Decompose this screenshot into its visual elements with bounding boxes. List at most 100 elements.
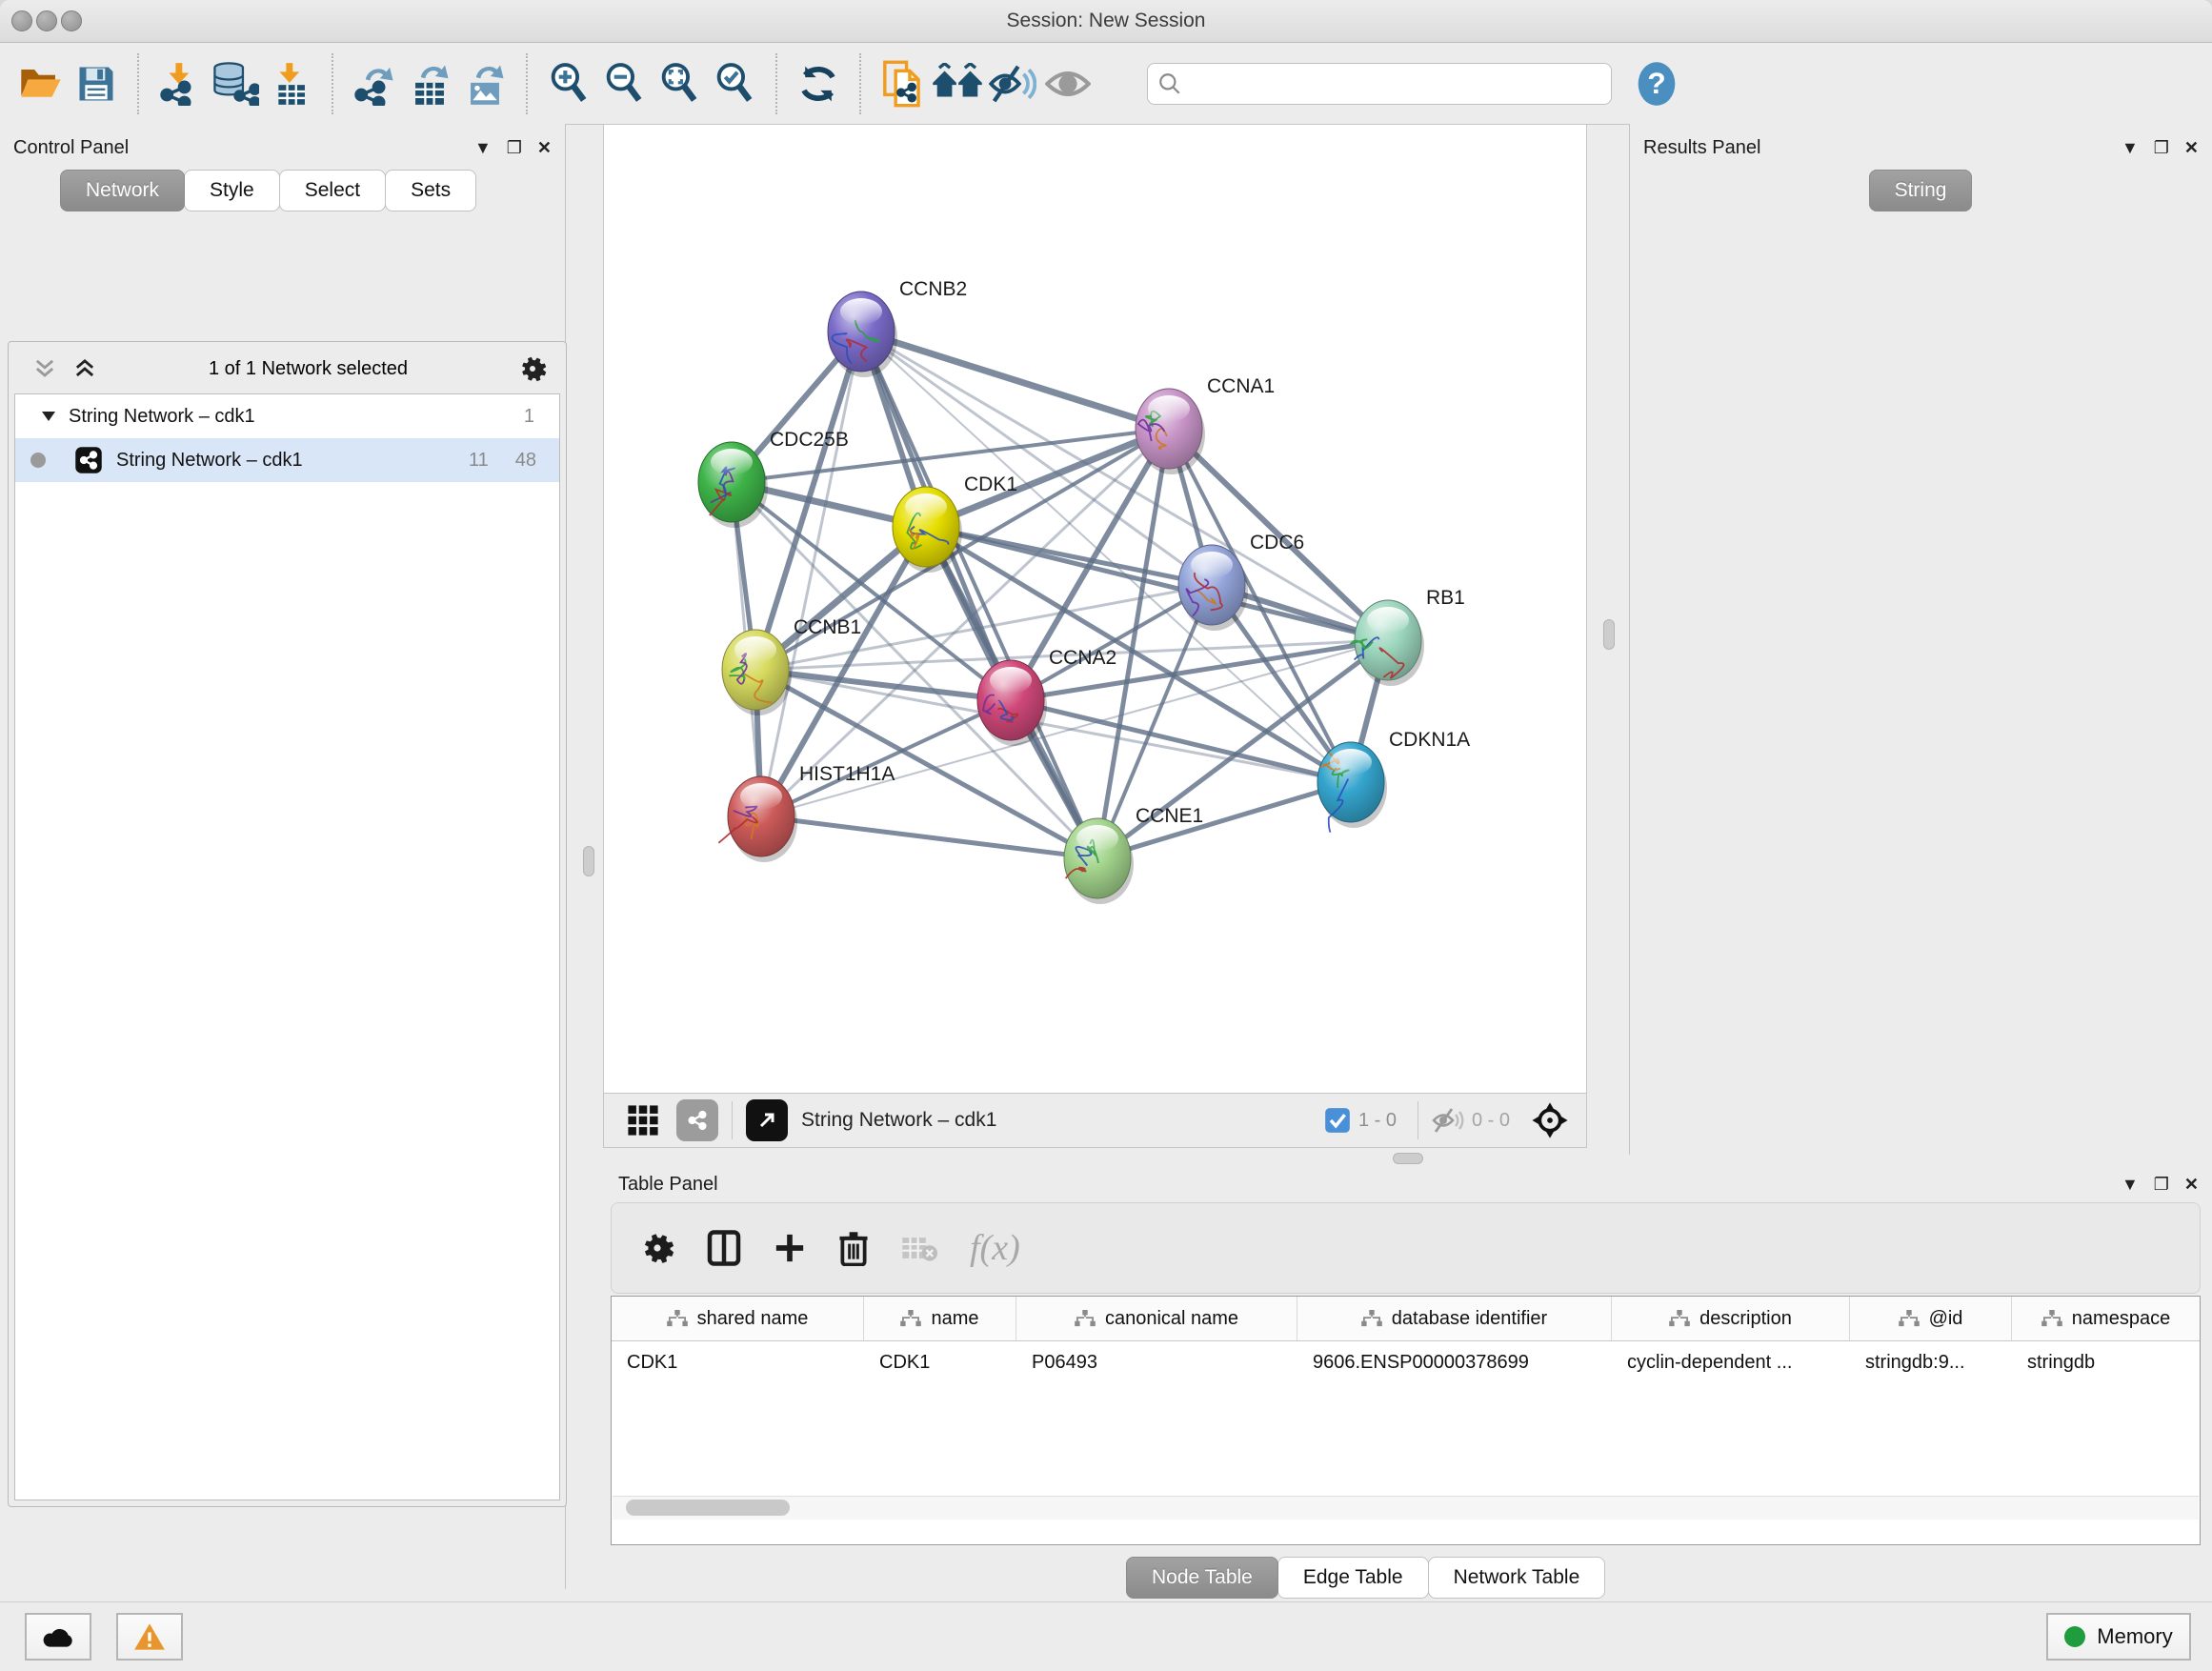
- network-node-CCNB2[interactable]: CCNB2: [828, 278, 967, 377]
- search-field[interactable]: [1147, 63, 1612, 105]
- collapse-triangle-icon[interactable]: [42, 412, 55, 421]
- open-session-button[interactable]: [13, 54, 69, 113]
- network-collection-row[interactable]: String Network – cdk1 1: [15, 394, 559, 438]
- tab-style[interactable]: Style: [184, 170, 280, 211]
- zoom-selected-button[interactable]: [707, 54, 762, 113]
- open-folder-icon: [19, 65, 63, 103]
- collapse-all-icon[interactable]: [31, 355, 58, 382]
- current-network-title: String Network – cdk1: [801, 1109, 996, 1132]
- network-canvas[interactable]: CCNB2CCNA1CDC25BCDK1CDC6RB1CCNB1CCNA2CDK…: [603, 124, 1587, 1094]
- panel-float-icon[interactable]: ❐: [507, 138, 522, 158]
- left-splitter-handle[interactable]: [583, 846, 594, 876]
- copy-to-clipboard-button[interactable]: [875, 54, 930, 113]
- import-table-button[interactable]: [263, 54, 318, 113]
- hidden-count: 0 - 0: [1472, 1110, 1510, 1132]
- node-table: shared name name canonical name database…: [611, 1296, 2201, 1545]
- warning-triangle-icon: [133, 1622, 166, 1651]
- zoom-fit-button[interactable]: [652, 54, 707, 113]
- export-network-button[interactable]: [347, 54, 402, 113]
- column-header[interactable]: canonical name: [1016, 1297, 1297, 1340]
- share-icon: [685, 1108, 710, 1133]
- cell-shared-name[interactable]: CDK1: [612, 1341, 864, 1383]
- save-session-button[interactable]: [69, 54, 124, 113]
- hidden-eye-slash-icon[interactable]: [1432, 1107, 1464, 1134]
- panel-menu-icon[interactable]: ▼: [2122, 138, 2139, 158]
- show-panel-button[interactable]: [1040, 54, 1096, 113]
- add-column-plus-icon[interactable]: [774, 1232, 806, 1264]
- cell-name[interactable]: CDK1: [864, 1341, 1016, 1383]
- panel-close-icon[interactable]: ✕: [537, 138, 552, 158]
- cell-canonical-name[interactable]: P06493: [1016, 1341, 1297, 1383]
- search-input[interactable]: [1182, 72, 1601, 95]
- expand-all-icon[interactable]: [71, 355, 98, 382]
- network-node-CDKN1A[interactable]: CDKN1A: [1317, 729, 1470, 833]
- zoom-in-button[interactable]: [541, 54, 596, 113]
- zoom-out-button[interactable]: [596, 54, 652, 113]
- window-title: Session: New Session: [0, 0, 2212, 42]
- cell-database-identifier[interactable]: 9606.ENSP00000378699: [1297, 1341, 1612, 1383]
- cell-description[interactable]: cyclin-dependent ...: [1612, 1341, 1850, 1383]
- cell-id[interactable]: stringdb:9...: [1850, 1341, 2012, 1383]
- network-options-gear-icon[interactable]: [518, 354, 547, 383]
- export-image-button[interactable]: [457, 54, 513, 113]
- column-header[interactable]: shared name: [612, 1297, 864, 1340]
- tab-network[interactable]: Network: [60, 170, 185, 211]
- column-header[interactable]: namespace: [2012, 1297, 2200, 1340]
- string-home-button[interactable]: [930, 54, 985, 113]
- fit-selection-crosshair-icon[interactable]: [1531, 1101, 1569, 1139]
- svg-text:?: ?: [1647, 66, 1665, 100]
- hide-results-button[interactable]: [985, 54, 1040, 113]
- tab-string[interactable]: String: [1869, 170, 1973, 211]
- tab-node-table[interactable]: Node Table: [1126, 1557, 1278, 1599]
- network-node-HIST1H1A[interactable]: HIST1H1A: [718, 763, 895, 862]
- panel-float-icon[interactable]: ❐: [2154, 1175, 2169, 1195]
- network-row-selected[interactable]: String Network – cdk1 11 48: [15, 438, 559, 482]
- column-header[interactable]: database identifier: [1297, 1297, 1612, 1340]
- share-view-button[interactable]: [676, 1099, 718, 1141]
- memory-button[interactable]: Memory: [2046, 1613, 2191, 1661]
- right-splitter-handle[interactable]: [1603, 619, 1615, 650]
- delete-column-trash-icon[interactable]: [838, 1230, 869, 1266]
- horizontal-splitter-handle[interactable]: [1393, 1153, 1423, 1164]
- scrollbar-thumb[interactable]: [626, 1500, 790, 1516]
- column-header[interactable]: description: [1612, 1297, 1850, 1340]
- tab-network-table[interactable]: Network Table: [1428, 1557, 1606, 1599]
- show-columns-icon[interactable]: [707, 1229, 741, 1267]
- tab-sets[interactable]: Sets: [385, 170, 476, 211]
- arrow-up-right-icon: [755, 1109, 778, 1132]
- panel-close-icon[interactable]: ✕: [2184, 138, 2199, 158]
- import-network-button[interactable]: [152, 54, 208, 113]
- table-panel-title: Table Panel: [618, 1174, 718, 1196]
- results-panel-title: Results Panel: [1643, 137, 1760, 159]
- cloud-status-button[interactable]: [25, 1613, 91, 1661]
- tab-select[interactable]: Select: [279, 170, 386, 211]
- network-node-CCNA1[interactable]: CCNA1: [1136, 375, 1275, 474]
- help-button[interactable]: ?: [1629, 54, 1684, 113]
- string-network-graph[interactable]: CCNB2CCNA1CDC25BCDK1CDC6RB1CCNB1CCNA2CDK…: [604, 125, 1586, 1093]
- table-horizontal-scrollbar[interactable]: [613, 1496, 2199, 1520]
- panel-close-icon[interactable]: ✕: [2184, 1175, 2199, 1195]
- table-row[interactable]: CDK1 CDK1 P06493 9606.ENSP00000378699 cy…: [612, 1341, 2200, 1383]
- grid-view-icon[interactable]: [627, 1104, 659, 1137]
- panel-float-icon[interactable]: ❐: [2154, 138, 2169, 158]
- tab-edge-table[interactable]: Edge Table: [1277, 1557, 1429, 1599]
- selected-checkbox-icon[interactable]: [1324, 1107, 1351, 1134]
- column-header[interactable]: name: [864, 1297, 1016, 1340]
- export-table-button[interactable]: [402, 54, 457, 113]
- column-type-icon: [900, 1310, 921, 1327]
- edge-count: 48: [515, 450, 536, 472]
- refresh-button[interactable]: [791, 54, 846, 113]
- column-header[interactable]: @id: [1850, 1297, 2012, 1340]
- panel-menu-icon[interactable]: ▼: [474, 138, 492, 158]
- network-node-CCNE1[interactable]: CCNE1: [1064, 805, 1203, 904]
- footer-separator: [732, 1101, 733, 1139]
- panel-menu-icon[interactable]: ▼: [2122, 1175, 2139, 1195]
- zoom-in-icon: [548, 62, 590, 106]
- warnings-button[interactable]: [116, 1613, 183, 1661]
- table-options-gear-icon[interactable]: [640, 1231, 674, 1265]
- open-in-window-button[interactable]: [746, 1099, 788, 1141]
- network-view-toolbar: String Network – cdk1 1 - 0 0 - 0: [603, 1094, 1587, 1148]
- import-network-from-database-button[interactable]: [208, 54, 263, 113]
- network-node-RB1[interactable]: RB1: [1351, 587, 1465, 686]
- cell-namespace[interactable]: stringdb: [2012, 1341, 2200, 1383]
